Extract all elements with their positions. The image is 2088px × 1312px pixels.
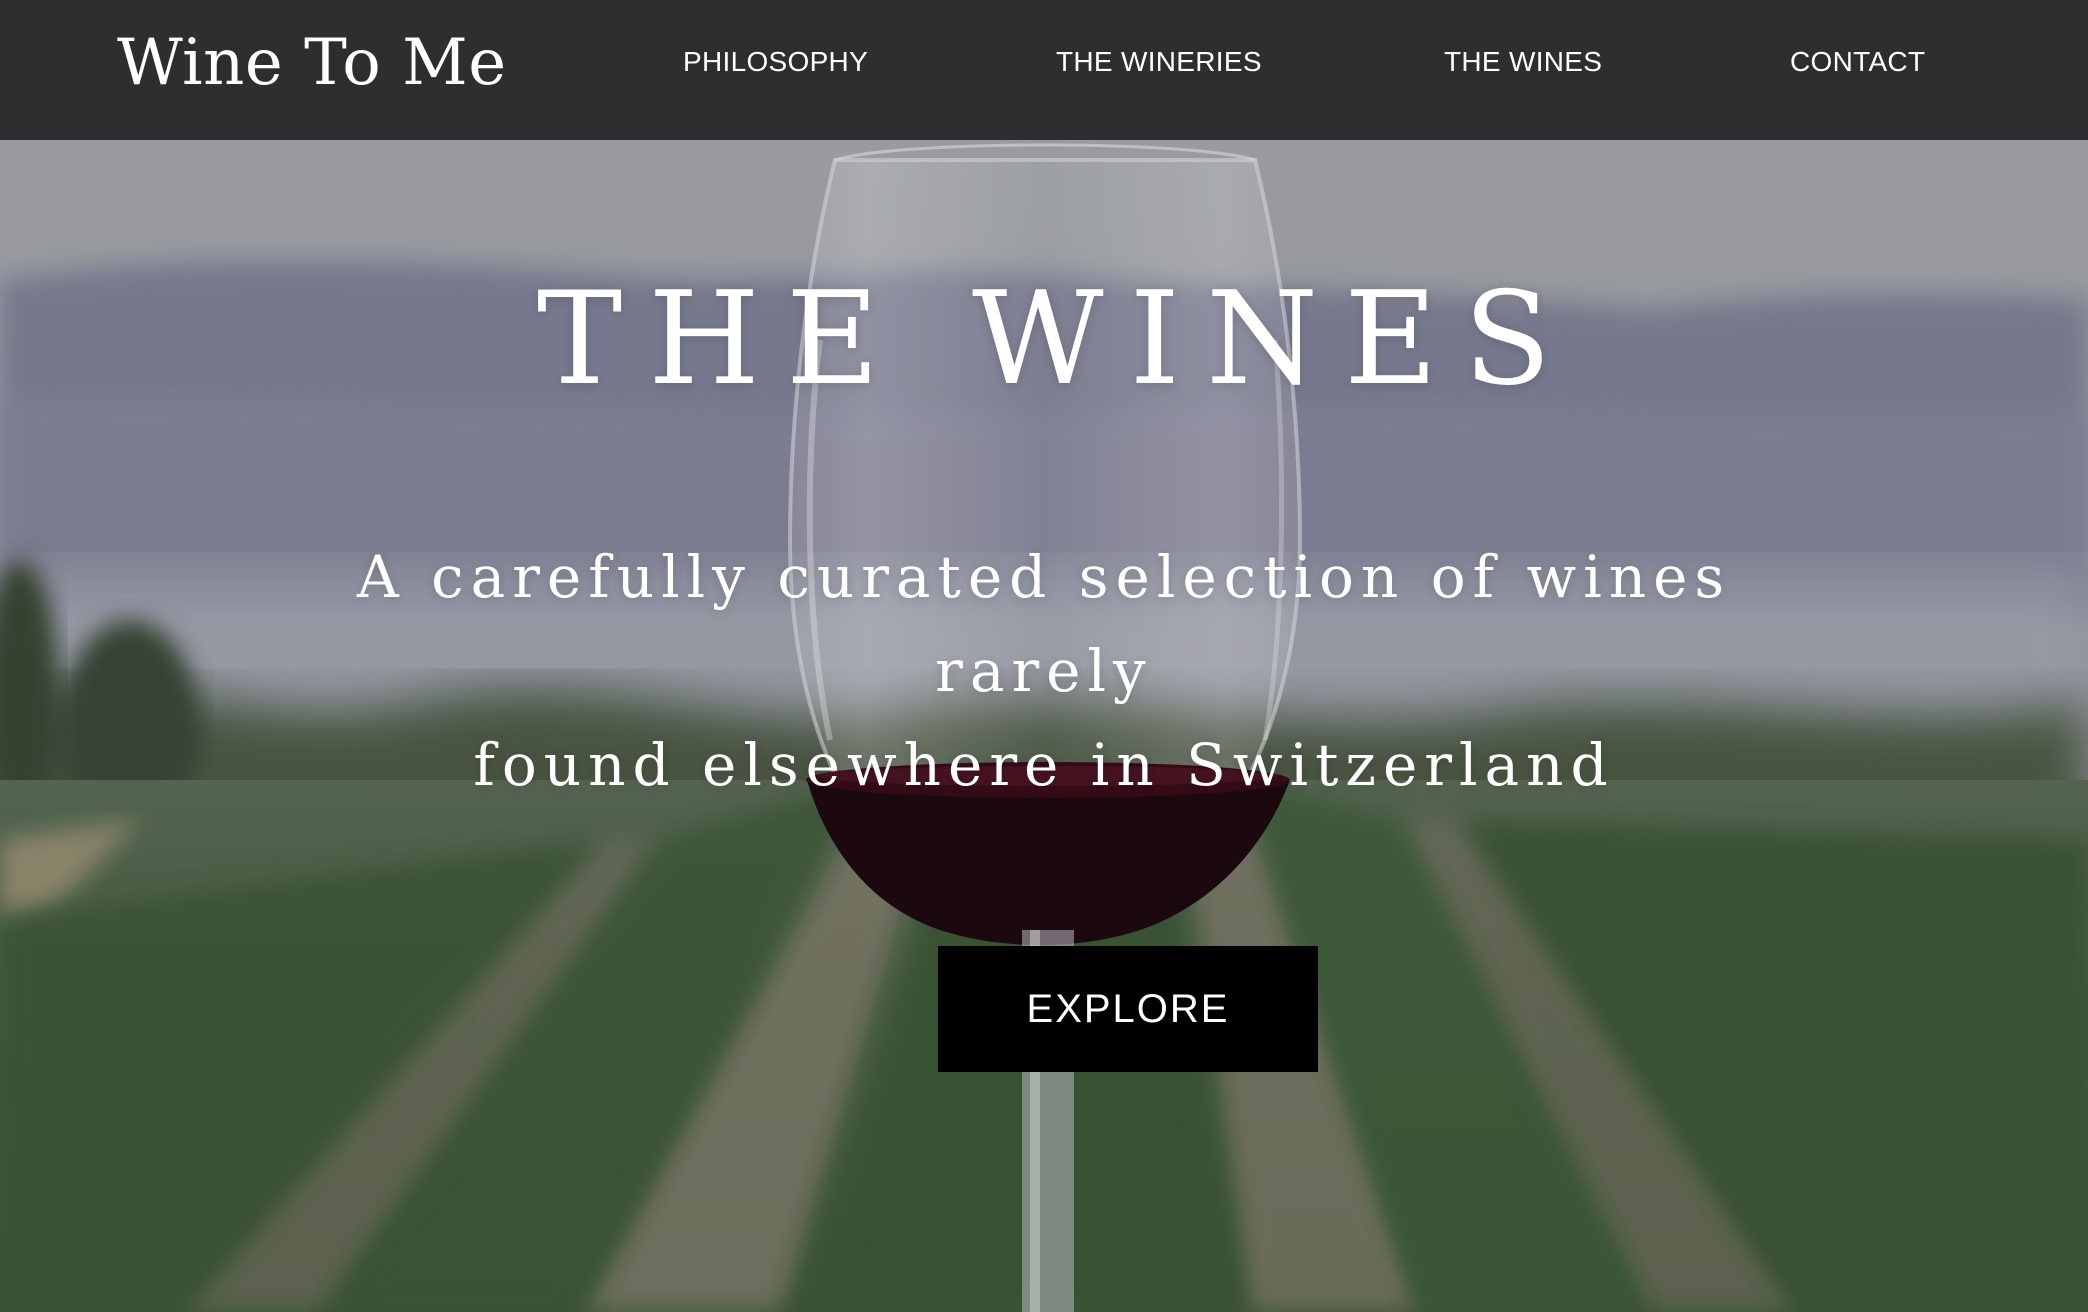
page: Wine To Me PHILOSOPHY THE WINERIES THE W… — [0, 0, 2088, 1312]
nav-link-philosophy[interactable]: PHILOSOPHY — [683, 44, 868, 80]
hero-section: THE WINES A carefully curated selection … — [0, 140, 2088, 1312]
hero-subtitle: A carefully curated selection of wines r… — [294, 530, 1794, 812]
hero-title: THE WINES — [536, 265, 1578, 414]
site-logo[interactable]: Wine To Me — [117, 18, 507, 108]
hero-subtitle-line-2: found elsewhere in Switzerland — [473, 731, 1615, 799]
explore-button[interactable]: EXPLORE — [938, 946, 1318, 1072]
nav-link-contact[interactable]: CONTACT — [1790, 44, 1925, 80]
nav-link-the-wines[interactable]: THE WINES — [1444, 44, 1602, 80]
hero-subtitle-line-1: A carefully curated selection of wines r… — [356, 543, 1732, 705]
site-header: Wine To Me PHILOSOPHY THE WINERIES THE W… — [0, 0, 2088, 140]
nav-link-the-wineries[interactable]: THE WINERIES — [1056, 44, 1262, 80]
